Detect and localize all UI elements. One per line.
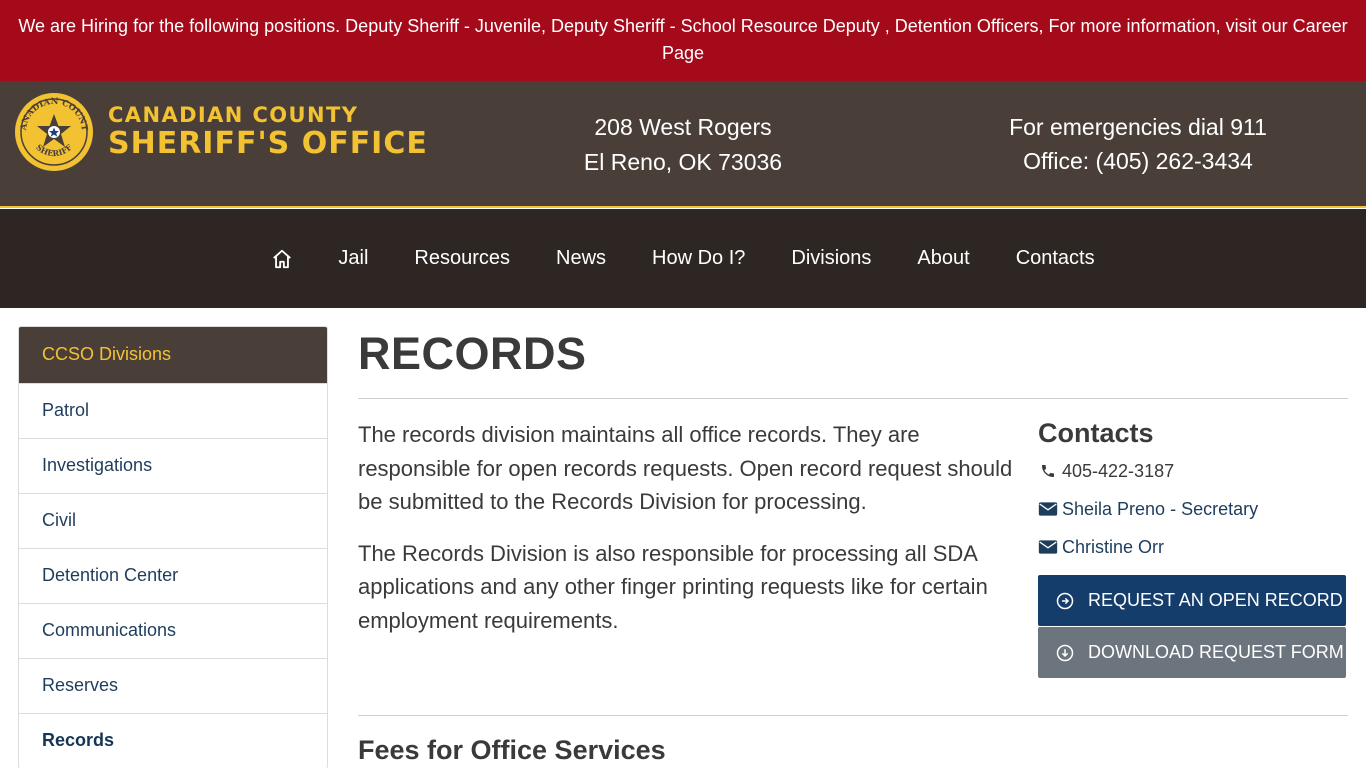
- office-address: 208 West Rogers El Reno, OK 73036: [533, 110, 833, 180]
- contact-email-secretary-link[interactable]: Sheila Preno - Secretary: [1062, 499, 1258, 520]
- description-paragraph-1: The records division maintains all offic…: [358, 422, 1013, 514]
- site-header: CANADIAN COUNTY SHERIFF CANADIAN COUNTY …: [0, 81, 1366, 208]
- download-request-form-button[interactable]: DOWNLOAD REQUEST FORM: [1038, 627, 1346, 678]
- address-street: 208 West Rogers: [594, 114, 772, 140]
- nav-home[interactable]: [248, 248, 315, 270]
- logo-line-office: SHERIFF'S OFFICE: [108, 126, 428, 161]
- nav-jail[interactable]: Jail: [315, 247, 391, 270]
- phone-icon: [1042, 465, 1054, 477]
- page-title: RECORDS: [358, 328, 587, 379]
- contact-phone-number: 405-422-3187: [1062, 460, 1175, 481]
- sidebar-item-patrol[interactable]: Patrol: [19, 383, 327, 438]
- address-city: El Reno, OK 73036: [583, 149, 783, 175]
- request-open-record-button[interactable]: REQUEST AN OPEN RECORD: [1038, 575, 1346, 626]
- nav-how-do-i[interactable]: How Do I?: [629, 247, 768, 270]
- envelope-icon: [1038, 540, 1058, 554]
- sidebar-item-civil[interactable]: Civil: [19, 493, 327, 548]
- logo-line-county: CANADIAN COUNTY: [108, 103, 359, 127]
- home-icon: [273, 249, 292, 268]
- sidebar-item-records[interactable]: Records: [19, 713, 327, 768]
- main-nav: Jail Resources News How Do I? Divisions …: [0, 209, 1366, 308]
- hiring-alert-link[interactable]: We are Hiring for the following position…: [18, 16, 1347, 63]
- title-divider: [358, 398, 1348, 399]
- request-open-record-label: REQUEST AN OPEN RECORD: [1088, 590, 1343, 610]
- emergency-contact: For emergencies dial 911 Office: (405) 2…: [960, 110, 1316, 178]
- nav-divisions[interactable]: Divisions: [768, 247, 894, 270]
- download-request-form-label: DOWNLOAD REQUEST FORM: [1088, 642, 1344, 662]
- sheriff-logo[interactable]: CANADIAN COUNTY SHERIFF CANADIAN COUNTY …: [14, 91, 444, 173]
- office-phone-line[interactable]: Office: (405) 262-3434: [960, 144, 1316, 178]
- sidebar-item-investigations[interactable]: Investigations: [19, 438, 327, 493]
- sidebar-title: CCSO Divisions: [19, 327, 327, 383]
- description-paragraph-2: The Records Division is also responsible…: [358, 540, 988, 633]
- sheriff-seal-icon: CANADIAN COUNTY SHERIFF: [14, 92, 93, 171]
- envelope-icon: [1038, 502, 1058, 516]
- arrow-circle-down-icon: [1056, 644, 1074, 661]
- contact-email-secretary[interactable]: Sheila Preno - Secretary: [1038, 499, 1348, 519]
- records-description: The records division maintains all offic…: [358, 418, 1018, 655]
- sidebar-item-detention-center[interactable]: Detention Center: [19, 548, 327, 603]
- contact-phone: 405-422-3187: [1038, 461, 1348, 481]
- fees-section-title: Fees for Office Services: [358, 735, 666, 765]
- divisions-sidebar: CCSO Divisions Patrol Investigations Civ…: [18, 326, 328, 768]
- arrow-circle-right-icon: [1056, 592, 1074, 609]
- hiring-alert-bar: We are Hiring for the following position…: [0, 0, 1366, 81]
- contact-email-orr[interactable]: Christine Orr: [1038, 537, 1348, 557]
- nav-resources[interactable]: Resources: [391, 247, 533, 270]
- nav-contacts[interactable]: Contacts: [993, 247, 1118, 270]
- contact-email-orr-link[interactable]: Christine Orr: [1062, 537, 1164, 558]
- section-divider: [358, 715, 1348, 716]
- main-content: RECORDS The records division maintains a…: [358, 326, 1348, 765]
- sidebar-item-communications[interactable]: Communications: [19, 603, 327, 658]
- sidebar-item-reserves[interactable]: Reserves: [19, 658, 327, 713]
- contacts-panel: Contacts 405-422-3187 Sheila Preno - Sec…: [1038, 418, 1348, 678]
- nav-news[interactable]: News: [533, 247, 629, 270]
- nav-about[interactable]: About: [894, 247, 992, 270]
- emergency-line: For emergencies dial 911: [1009, 114, 1267, 140]
- logo-wordmark: CANADIAN COUNTY SHERIFF'S OFFICE: [108, 105, 428, 159]
- contacts-title: Contacts: [1038, 418, 1154, 448]
